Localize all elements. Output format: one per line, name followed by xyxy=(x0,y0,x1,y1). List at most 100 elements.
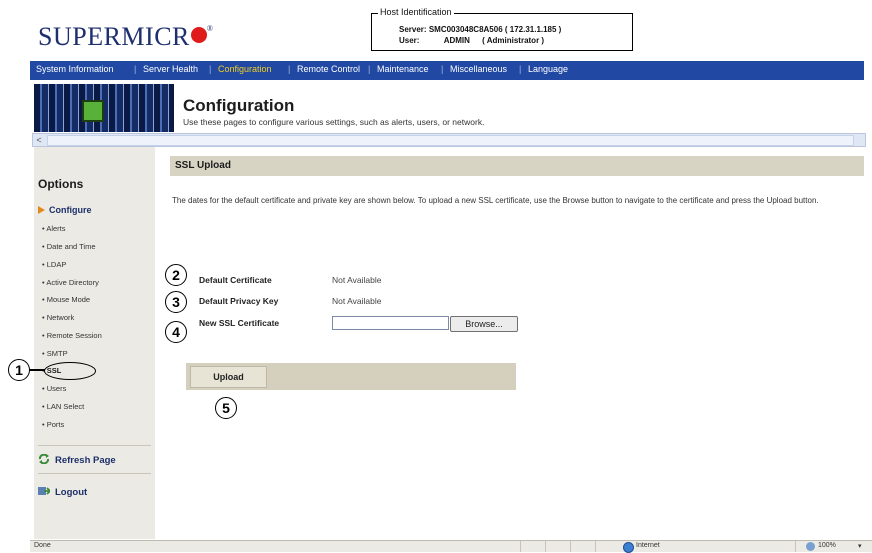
new-ssl-certificate-label: New SSL Certificate xyxy=(199,318,280,328)
nav-server-health[interactable]: Server Health xyxy=(143,64,198,74)
new-ssl-certificate-input[interactable] xyxy=(332,316,449,330)
callout-1-leader xyxy=(29,369,45,371)
refresh-icon xyxy=(38,453,50,465)
nav-separator: | xyxy=(209,64,212,74)
sidebar-item-label: LDAP xyxy=(46,260,67,269)
sidebar-item-users[interactable]: • Users xyxy=(42,384,66,393)
refresh-page-link[interactable]: Refresh Page xyxy=(38,453,116,466)
main-nav-bar: System Information | Server Health | Con… xyxy=(30,61,864,80)
default-privacy-key-value: Not Available xyxy=(332,296,382,306)
nav-separator: | xyxy=(134,64,137,74)
logout-icon xyxy=(38,486,52,496)
sidebar-item-smtp[interactable]: • SMTP xyxy=(42,349,68,358)
host-identification-box: Host Identification Server: SMC003048C8A… xyxy=(371,7,633,51)
upload-button[interactable]: Upload xyxy=(190,366,267,388)
banner-server-image xyxy=(34,84,174,132)
sidebar-item-label: Mouse Mode xyxy=(46,295,91,304)
callout-3: 3 xyxy=(165,291,187,313)
browser-status-bar: Done Internet 100% ▾ xyxy=(30,540,872,553)
sidebar-group-label: Configure xyxy=(49,205,92,215)
ssl-highlight-ellipse xyxy=(44,362,96,380)
sidebar-item-lan-select[interactable]: • LAN Select xyxy=(42,402,84,411)
section-title: SSL Upload xyxy=(175,160,231,171)
sidebar-item-active-directory[interactable]: • Active Directory xyxy=(42,278,99,287)
default-certificate-label: Default Certificate xyxy=(199,275,272,285)
section-header: SSL Upload xyxy=(170,156,864,176)
upload-action-bar: Upload xyxy=(186,363,516,390)
logout-label: Logout xyxy=(55,487,88,498)
zoom-dropdown-icon[interactable]: ▾ xyxy=(858,542,862,550)
callout-5: 5 xyxy=(215,397,237,419)
sidebar-item-ldap[interactable]: • LDAP xyxy=(42,260,66,269)
zoom-level[interactable]: 100% xyxy=(818,542,836,549)
status-separator xyxy=(545,541,546,552)
host-server-row: Server: SMC003048C8A506 ( 172.31.1.185 ) xyxy=(399,25,561,34)
host-user-row: User: ADMIN ( Administrator ) xyxy=(399,36,544,45)
status-text: Done xyxy=(34,542,51,549)
sidebar-item-label: Remote Session xyxy=(46,331,102,340)
banner-screen-icon xyxy=(82,100,104,122)
status-separator xyxy=(520,541,521,552)
logo-registered-mark: ® xyxy=(206,24,214,33)
host-user-role: ( Administrator ) xyxy=(482,36,545,45)
host-user-value: ADMIN xyxy=(443,36,470,45)
callout-4: 4 xyxy=(165,321,187,343)
status-separator xyxy=(570,541,571,552)
sidebar-item-label: Alerts xyxy=(46,224,66,233)
sidebar-item-label: Ports xyxy=(46,420,65,429)
host-identification-legend: Host Identification xyxy=(378,7,454,17)
browse-button[interactable]: Browse... xyxy=(450,316,518,332)
sidebar-divider xyxy=(38,473,151,474)
scrollbar-thumb[interactable] xyxy=(47,135,854,146)
expand-arrow-icon xyxy=(38,206,45,214)
sidebar-item-label: SMTP xyxy=(46,349,68,358)
sidebar-item-network[interactable]: • Network xyxy=(42,313,74,322)
nav-language[interactable]: Language xyxy=(528,64,568,74)
nav-miscellaneous[interactable]: Miscellaneous xyxy=(450,64,507,74)
sidebar-item-remote-session[interactable]: • Remote Session xyxy=(42,331,102,340)
sidebar-item-ports[interactable]: • Ports xyxy=(42,420,64,429)
horizontal-scrollbar[interactable]: < xyxy=(32,133,866,147)
zone-text: Internet xyxy=(636,542,660,549)
sidebar-title: Options xyxy=(38,177,84,191)
logout-link[interactable]: Logout xyxy=(38,486,87,498)
bullet: • xyxy=(42,224,45,233)
logo-dot-icon xyxy=(190,27,207,43)
nav-configuration[interactable]: Configuration xyxy=(218,64,272,74)
host-user-label: User: xyxy=(399,36,420,45)
nav-maintenance[interactable]: Maintenance xyxy=(377,64,429,74)
nav-system-information[interactable]: System Information xyxy=(36,64,114,74)
page-description: Use these pages to configure various set… xyxy=(183,117,485,127)
sidebar-item-mouse-mode[interactable]: • Mouse Mode xyxy=(42,295,90,304)
nav-remote-control[interactable]: Remote Control xyxy=(297,64,360,74)
internet-zone-globe-icon xyxy=(623,542,634,553)
bullet: • xyxy=(42,295,45,304)
scroll-left-arrow-icon[interactable]: < xyxy=(33,134,45,146)
sidebar-group-configure[interactable]: Configure xyxy=(38,205,92,215)
supermicro-logo: SUPERMICR ® xyxy=(38,22,213,52)
status-separator xyxy=(795,541,796,552)
nav-separator: | xyxy=(519,64,522,74)
bullet: • xyxy=(42,260,45,269)
status-separator xyxy=(595,541,596,552)
callout-2: 2 xyxy=(165,264,187,286)
sidebar-item-label: Date and Time xyxy=(46,242,96,251)
sidebar-divider xyxy=(38,445,151,446)
zoom-icon xyxy=(806,542,815,551)
bullet: • xyxy=(42,313,45,322)
sidebar-item-alerts[interactable]: • Alerts xyxy=(42,224,65,233)
bullet: • xyxy=(42,242,45,251)
sidebar-item-label: Users xyxy=(46,384,67,393)
logo-text: SUPERMICR xyxy=(38,22,190,51)
default-certificate-value: Not Available xyxy=(332,275,382,285)
sidebar-item-date-and-time[interactable]: • Date and Time xyxy=(42,242,96,251)
nav-separator: | xyxy=(441,64,444,74)
host-server-value: SMC003048C8A506 ( 172.31.1.185 ) xyxy=(428,25,562,34)
bullet: • xyxy=(42,278,45,287)
options-sidebar: Options Configure • Alerts • Date and Ti… xyxy=(34,147,155,539)
default-privacy-key-label: Default Privacy Key xyxy=(199,296,279,306)
refresh-page-label: Refresh Page xyxy=(55,455,116,466)
bullet: • xyxy=(42,420,45,429)
callout-1: 1 xyxy=(8,359,30,381)
bullet: • xyxy=(42,331,45,340)
